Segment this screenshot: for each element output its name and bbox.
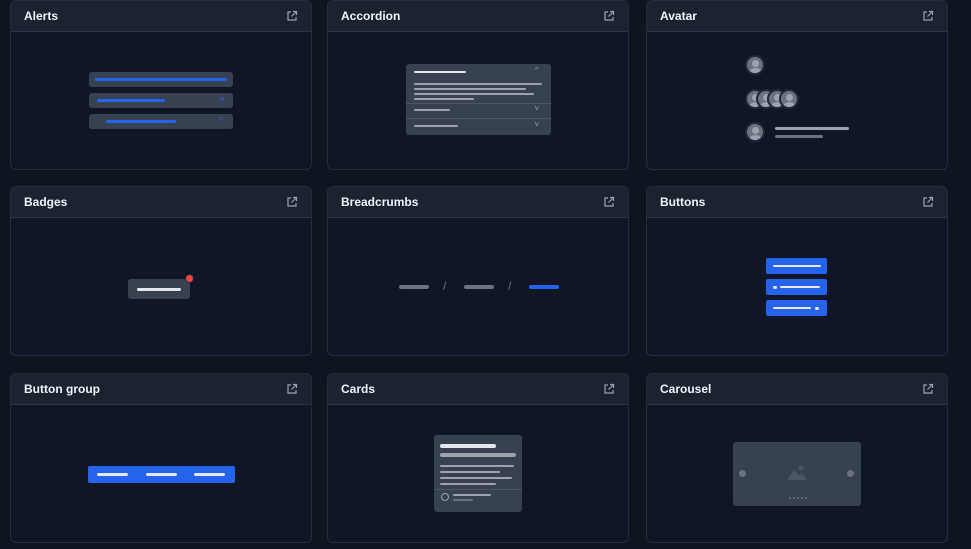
image-icon — [787, 465, 807, 480]
avatar-icon — [745, 55, 765, 75]
card-title: Cards — [341, 382, 376, 396]
card-cards[interactable]: Cards — [327, 373, 629, 543]
card-carousel[interactable]: Carousel — [646, 373, 948, 543]
card-title: Buttons — [660, 195, 706, 209]
card-header: Carousel — [647, 374, 947, 405]
chevron-down-icon: v — [535, 105, 539, 112]
avatar-icon — [441, 493, 449, 501]
card-title: Carousel — [660, 382, 712, 396]
badges-preview — [11, 218, 311, 355]
card-header: Avatar — [647, 1, 947, 32]
component-grid: Alerts ✕ ^ Accordion ^ v v Avatar Badges… — [0, 0, 971, 549]
carousel-preview — [647, 405, 947, 542]
chevron-left-icon — [739, 470, 746, 477]
card-accordion[interactable]: Accordion ^ v v — [327, 0, 629, 170]
chevron-right-icon — [847, 470, 854, 477]
card-badges[interactable]: Badges — [10, 186, 312, 356]
button-group-preview — [11, 405, 311, 542]
chevron-down-icon: v — [535, 121, 539, 128]
notification-dot-icon — [185, 274, 194, 283]
avatar-icon — [745, 122, 765, 142]
card-title: Alerts — [24, 9, 59, 23]
card-title: Button group — [24, 382, 100, 396]
external-link-icon[interactable] — [286, 196, 298, 208]
external-link-icon[interactable] — [286, 383, 298, 395]
external-link-icon[interactable] — [922, 10, 934, 22]
external-link-icon[interactable] — [603, 383, 615, 395]
breadcrumbs-preview: / / — [328, 218, 628, 355]
card-avatar[interactable]: Avatar — [646, 0, 948, 170]
chevron-up-icon: ^ — [535, 67, 539, 74]
card-button-group[interactable]: Button group — [10, 373, 312, 543]
accordion-preview: ^ v v — [328, 32, 628, 169]
chevron-icon: ^ — [219, 116, 223, 125]
card-header: Badges — [11, 187, 311, 218]
card-header: Alerts — [11, 1, 311, 32]
card-header: Breadcrumbs — [328, 187, 628, 218]
avatar-icon — [779, 89, 799, 109]
cards-preview — [328, 405, 628, 542]
card-header: Buttons — [647, 187, 947, 218]
card-title: Avatar — [660, 9, 697, 23]
external-link-icon[interactable] — [922, 383, 934, 395]
card-title: Badges — [24, 195, 68, 209]
card-title: Accordion — [341, 9, 401, 23]
external-link-icon[interactable] — [286, 10, 298, 22]
card-header: Cards — [328, 374, 628, 405]
external-link-icon[interactable] — [603, 10, 615, 22]
card-header: Button group — [11, 374, 311, 405]
card-title: Breadcrumbs — [341, 195, 419, 209]
card-buttons[interactable]: Buttons — [646, 186, 948, 356]
buttons-preview — [647, 218, 947, 355]
external-link-icon[interactable] — [922, 196, 934, 208]
card-alerts[interactable]: Alerts ✕ ^ — [10, 0, 312, 170]
alerts-preview: ✕ ^ — [11, 32, 311, 169]
external-link-icon[interactable] — [603, 196, 615, 208]
avatar-preview — [647, 32, 947, 169]
close-icon: ✕ — [219, 95, 226, 104]
card-header: Accordion — [328, 1, 628, 32]
card-breadcrumbs[interactable]: Breadcrumbs / / — [327, 186, 629, 356]
